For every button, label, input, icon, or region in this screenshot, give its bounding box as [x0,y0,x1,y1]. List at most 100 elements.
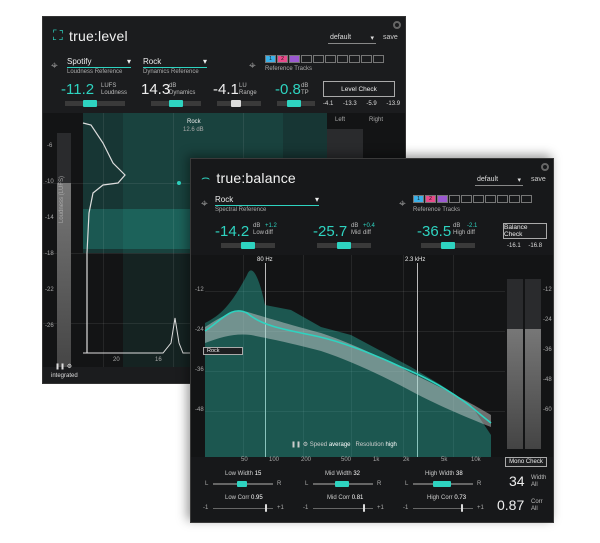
ref-track-slot[interactable] [301,55,312,63]
dynamics-label: Dynamics [169,90,196,96]
crosshair-icon[interactable]: ⌖ [399,197,411,209]
dynamics-slider-thumb[interactable] [169,100,183,107]
tp-value: -0.8 [275,81,301,98]
y-tick-right: -24 [543,317,552,323]
mid-width-label: Mid Width 32 [325,471,360,477]
balance-check-button[interactable]: Balance Check [503,223,547,239]
ref-track-slot[interactable] [437,195,448,203]
corr-max: +1 [277,505,284,511]
balance-save-button[interactable]: save [531,176,546,183]
ref-track-slot[interactable] [325,55,336,63]
ref-track-slot[interactable] [337,55,348,63]
spectral-reference-dropdown[interactable]: Rock ▾ [215,195,319,206]
output-meter-left-fill [507,329,523,449]
speed-value[interactable]: average [329,442,351,448]
ref-track-slot[interactable] [485,195,496,203]
rock-tag[interactable]: Rock [203,347,243,355]
level-preset-value: default [330,34,352,41]
low-width-slider[interactable] [213,481,273,487]
high-width-thumb[interactable] [433,481,451,487]
high-unit-text: dB [453,223,461,229]
ref-track-slot[interactable] [289,55,300,63]
level-reference-tracks[interactable]: 1 2 [265,55,384,63]
loudness-reference-dropdown[interactable]: Spotify ▾ [67,57,131,68]
level-save-button[interactable]: save [383,34,398,41]
balance-preset-dropdown[interactable]: default ▾ [475,175,523,186]
histogram-curve [82,122,126,353]
high-slider[interactable] [421,242,475,249]
crosshair-icon[interactable]: ⌖ [249,59,261,71]
high-width-slider[interactable] [413,481,473,487]
high-slider-thumb[interactable] [441,242,455,249]
lufs-slider-thumb[interactable] [83,100,97,107]
mid-corr-text: Mid Corr [327,495,351,501]
dynamics-curve [83,317,203,354]
mid-slider-thumb[interactable] [337,242,351,249]
ref-track-slot[interactable] [349,55,360,63]
low-slider-thumb[interactable] [241,242,255,249]
low-slider[interactable] [221,242,275,249]
channel-meter-left [327,129,363,159]
mid-width-slider[interactable] [313,481,373,487]
pause-icon[interactable]: ❚❚ ⚙ [55,363,72,370]
dynamics-unit: dB Dynamics [169,83,195,97]
ref-track-slot[interactable]: 1 [265,55,276,63]
crosshair-icon[interactable]: ⌖ [201,197,213,209]
spectrum-controls[interactable]: ❚❚ ⚙ Speed average Resolution high [291,441,397,448]
low-width-thumb[interactable] [237,481,247,487]
mid-width-text: Mid Width [325,471,352,477]
corr-min: -1 [403,505,409,511]
level-preset-dropdown[interactable]: default ▾ [328,33,376,44]
ref-track-slot[interactable] [361,55,372,63]
mid-slider[interactable] [317,242,371,249]
meter-value: -13.9 [386,101,401,107]
level-check-button[interactable]: Level Check [323,81,395,97]
low-width-label: Low Width 15 [225,471,261,477]
lu-slider[interactable] [217,100,261,107]
lu-slider-thumb[interactable] [231,100,241,107]
dynamics-reference-dropdown[interactable]: Rock ▾ [143,57,207,68]
dynamics-slider[interactable] [151,100,201,107]
ref-track-slot[interactable] [313,55,324,63]
ref-track-slot[interactable] [497,195,508,203]
crosshair-icon[interactable]: ⌖ [51,59,63,71]
ref-track-slot[interactable] [373,55,384,63]
resolution-value[interactable]: high [386,442,397,448]
ref-track-slot[interactable] [461,195,472,203]
mono-check-button[interactable]: Mono Check [505,457,547,467]
ref-track-slot[interactable]: 2 [425,195,436,203]
ref-track-slot[interactable] [473,195,484,203]
ref-track-slot[interactable] [521,195,532,203]
pause-icon[interactable]: ❚❚ ⚙ [291,442,308,448]
corr-min: -1 [303,505,309,511]
ref-track-slot[interactable]: 1 [413,195,424,203]
x-tick: 16 [155,357,162,363]
spectrum-graph[interactable]: -12 -24 -36 -48 80 Hz 2.3 kHz Rock -12 -… [191,255,553,457]
lr-left: L [405,481,409,487]
ref-track-slot[interactable] [509,195,520,203]
lr-right: R [477,481,482,487]
mid-width-thumb[interactable] [335,481,349,487]
ref-track-slot[interactable] [449,195,460,203]
gear-icon[interactable] [393,21,401,29]
spectrum-plot [204,270,492,457]
gear-icon[interactable] [541,163,549,171]
high-width-value: 38 [456,471,463,477]
chevron-down-icon: ▾ [370,35,374,42]
integrated-mode[interactable]: integrated [51,373,78,379]
x-tick: 500 [341,457,352,463]
x-tick: 2k [403,457,410,463]
y-tick-right: -12 [543,287,552,293]
dynamics-ref-value: Rock [143,57,162,66]
balance-reference-tracks[interactable]: 1 2 [413,195,532,203]
x-tick: 1k [373,457,380,463]
ref-track-slot[interactable]: 2 [277,55,288,63]
tp-slider-thumb[interactable] [287,100,301,107]
spectral-ref-value: Rock [215,195,234,204]
low-corr-marker [265,504,267,512]
low-diff: +1.2 diff [265,223,277,237]
mid-corr-label: Mid Corr 0.81 [327,495,363,501]
mid-unit: dB Mid [351,223,361,237]
lufs-slider[interactable] [65,100,125,107]
tp-slider[interactable] [277,100,315,107]
